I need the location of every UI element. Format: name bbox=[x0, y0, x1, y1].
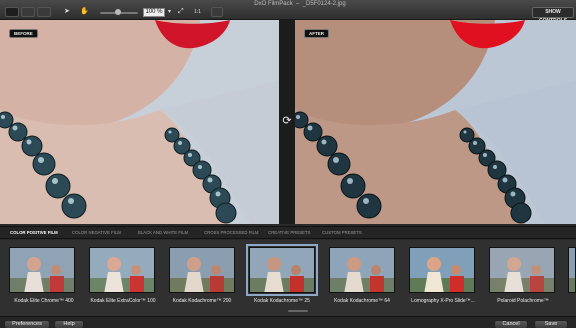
film-thumb[interactable] bbox=[169, 247, 235, 293]
tab-custom-presets[interactable]: CUSTOM PRESETS bbox=[322, 230, 362, 235]
tab-color-positive-film[interactable]: COLOR POSITIVE FILM bbox=[10, 230, 58, 235]
film-thumb[interactable] bbox=[9, 247, 75, 293]
bottom-bar: Preferences Help Cancel Save bbox=[0, 316, 576, 328]
zoom-dropdown-icon[interactable]: ▾ bbox=[168, 8, 171, 16]
film-thumb-image bbox=[90, 248, 154, 292]
film-thumb-image bbox=[330, 248, 394, 292]
sync-icon[interactable]: ⟳ bbox=[280, 114, 294, 128]
window-title: DxO FilmPack – _D5F0124-2.jpg bbox=[254, 1, 346, 7]
film-thumb-partial[interactable] bbox=[568, 247, 576, 293]
tab-cross-processed-film[interactable]: CROSS PROCESSED FILM bbox=[204, 230, 258, 235]
film-thumb-image bbox=[170, 248, 234, 292]
film-thumb-image bbox=[569, 248, 575, 292]
film-label: Kodak Elite Chrome™ 400 bbox=[14, 298, 74, 304]
help-button[interactable]: Help bbox=[54, 320, 84, 328]
zoom-field[interactable]: 100 % bbox=[143, 8, 165, 17]
film-label: Polaroid Polachrome™ bbox=[497, 298, 549, 304]
arrow-tool-icon[interactable]: ➤ bbox=[64, 8, 70, 16]
film-label: Kodak Kodachrome™ 200 bbox=[172, 298, 232, 304]
film-thumb-image bbox=[490, 248, 554, 292]
film-thumb[interactable] bbox=[409, 247, 475, 293]
after-photo bbox=[295, 20, 576, 224]
film-strip: Kodak Elite Chrome™ 400 Kodak Elite Extr… bbox=[0, 240, 576, 316]
film-thumb-image bbox=[410, 248, 474, 292]
tab-creative-presets[interactable]: CREATIVE PRESETS bbox=[268, 230, 310, 235]
film-thumb-image bbox=[250, 248, 314, 292]
after-image-pane: AFTER bbox=[295, 20, 576, 224]
film-category-tabs: COLOR POSITIVE FILM COLOR NEGATIVE FILM … bbox=[0, 226, 576, 239]
cancel-button[interactable]: Cancel bbox=[494, 320, 528, 328]
film-label: Kodak Elite ExtraColor™ 100 bbox=[90, 298, 156, 304]
fullscreen-button[interactable] bbox=[211, 7, 223, 17]
before-image-pane: BEFORE bbox=[0, 20, 279, 224]
film-thumb[interactable] bbox=[489, 247, 555, 293]
film-thumb-image bbox=[10, 248, 74, 292]
show-controls-button[interactable]: SHOW CONTROLS bbox=[532, 7, 574, 24]
split-view-button[interactable] bbox=[21, 7, 35, 17]
film-label: Kodak Kodachrome™ 64 bbox=[334, 298, 390, 304]
after-label: AFTER bbox=[304, 29, 329, 38]
actual-size-button[interactable]: 1:1 bbox=[194, 8, 201, 16]
single-view-button[interactable] bbox=[5, 7, 19, 17]
film-thumb-selected[interactable] bbox=[246, 244, 318, 296]
before-label: BEFORE bbox=[9, 29, 38, 38]
zoom-slider-thumb[interactable] bbox=[115, 9, 121, 15]
film-thumb[interactable] bbox=[329, 247, 395, 293]
film-thumb[interactable] bbox=[89, 247, 155, 293]
tab-color-negative-film[interactable]: COLOR NEGATIVE FILM bbox=[72, 230, 121, 235]
film-label: Lomography X-Pro Slide™... bbox=[411, 298, 475, 304]
side-by-side-view-button[interactable] bbox=[37, 7, 51, 17]
film-strip-scrollbar[interactable] bbox=[288, 310, 308, 312]
before-photo bbox=[0, 20, 279, 224]
save-button[interactable]: Save bbox=[534, 320, 568, 328]
toolbar: DxO FilmPack – _D5F0124-2.jpg ➤ ✋ 100 % … bbox=[0, 0, 576, 24]
film-label: Kodak Kodachrome™ 25 bbox=[254, 298, 310, 304]
hand-tool-icon[interactable]: ✋ bbox=[80, 8, 89, 16]
tab-black-and-white-film[interactable]: BLACK AND WHITE FILM bbox=[138, 230, 188, 235]
preferences-button[interactable]: Preferences bbox=[4, 320, 50, 328]
fit-to-screen-icon[interactable]: ⤢ bbox=[178, 8, 184, 16]
